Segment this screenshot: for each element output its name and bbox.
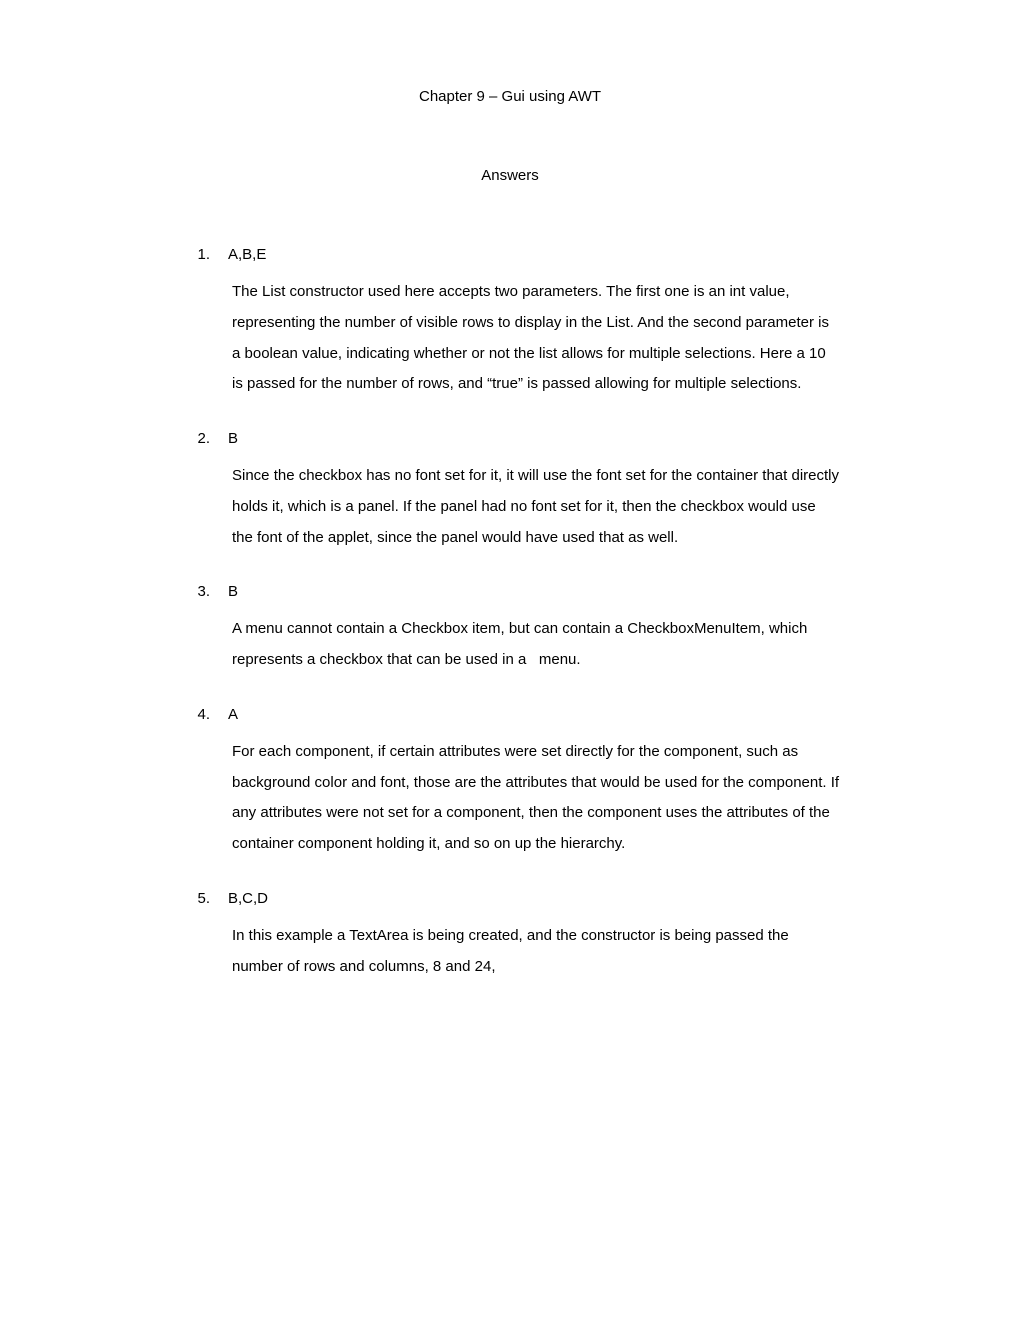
answer-body: B A menu cannot contain a Checkbox item,…: [228, 583, 850, 676]
answer-number: 3.: [170, 583, 228, 676]
answer-body: B,C,D In this example a TextArea is bein…: [228, 890, 850, 983]
answer-text: In this example a TextArea is being crea…: [228, 921, 850, 983]
answer-number: 4.: [170, 706, 228, 860]
answer-number: 1.: [170, 246, 228, 400]
answer-number: 5.: [170, 890, 228, 983]
answer-text: For each component, if certain attribute…: [228, 737, 850, 860]
answer-item: 5. B,C,D In this example a TextArea is b…: [170, 890, 850, 983]
answer-text: Since the checkbox has no font set for i…: [228, 461, 850, 553]
answer-body: B Since the checkbox has no font set for…: [228, 430, 850, 553]
answer-item: 1. A,B,E The List constructor used here …: [170, 246, 850, 400]
answer-code: A,B,E: [228, 246, 850, 263]
answer-code: B,C,D: [228, 890, 850, 907]
document-page: Chapter 9 – Gui using AWT Answers 1. A,B…: [0, 0, 1020, 982]
answer-code: A: [228, 706, 850, 723]
answer-text: The List constructor used here accepts t…: [228, 277, 850, 400]
answer-code: B: [228, 430, 850, 447]
answer-item: 4. A For each component, if certain attr…: [170, 706, 850, 860]
answer-list: 1. A,B,E The List constructor used here …: [170, 246, 850, 982]
answer-number: 2.: [170, 430, 228, 553]
answer-item: 3. B A menu cannot contain a Checkbox it…: [170, 583, 850, 676]
answers-heading: Answers: [170, 167, 850, 184]
answer-code: B: [228, 583, 850, 600]
answer-text: A menu cannot contain a Checkbox item, b…: [228, 614, 850, 676]
answer-item: 2. B Since the checkbox has no font set …: [170, 430, 850, 553]
answer-body: A,B,E The List constructor used here acc…: [228, 246, 850, 400]
answer-body: A For each component, if certain attribu…: [228, 706, 850, 860]
chapter-title: Chapter 9 – Gui using AWT: [170, 88, 850, 105]
